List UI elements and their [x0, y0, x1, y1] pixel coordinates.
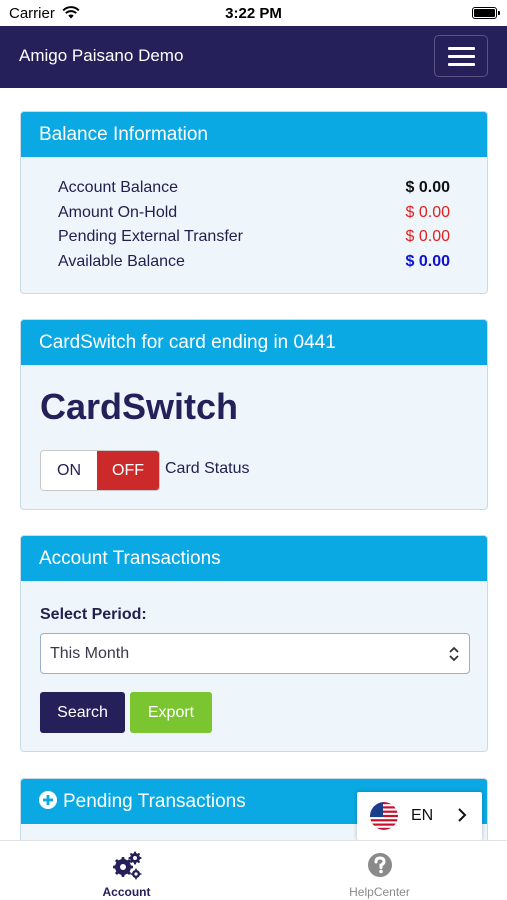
- hamburger-icon: [448, 47, 475, 50]
- export-button[interactable]: Export: [130, 692, 212, 733]
- balance-label: Available Balance: [58, 253, 185, 270]
- toggle-off-button[interactable]: OFF: [97, 451, 159, 490]
- app-title: Amigo Paisano Demo: [19, 46, 184, 65]
- tab-helpcenter-label: HelpCenter: [349, 885, 410, 899]
- cardswitch-card: CardSwitch for card ending in 0441 CardS…: [20, 319, 488, 510]
- transactions-card: Account Transactions Select Period: This…: [20, 535, 488, 752]
- language-code: EN: [411, 807, 434, 824]
- card-status-toggle: ON OFF: [40, 450, 160, 491]
- period-select-value: This Month: [50, 645, 130, 662]
- balance-row: Amount On-Hold $ 0.00: [58, 204, 450, 224]
- tab-helpcenter[interactable]: HelpCenter: [253, 841, 506, 900]
- tab-account-label: Account: [102, 885, 151, 899]
- balance-row: Pending External Transfer $ 0.00: [58, 228, 450, 248]
- hamburger-menu-button[interactable]: [434, 35, 488, 77]
- balance-value: $ 0.00: [405, 179, 450, 196]
- balance-row: Account Balance $ 0.00: [58, 179, 450, 199]
- tab-account[interactable]: Account: [0, 841, 253, 900]
- cardswitch-title: CardSwitch: [40, 386, 239, 427]
- select-period-label: Select Period:: [40, 606, 147, 623]
- hamburger-icon-bar: [448, 63, 475, 66]
- question-circle-icon: [367, 853, 392, 877]
- search-button[interactable]: Search: [40, 692, 125, 733]
- transactions-card-header: Account Transactions: [21, 536, 487, 581]
- cardswitch-card-header: CardSwitch for card ending in 0441: [21, 320, 487, 365]
- gears-icon: [112, 851, 141, 880]
- balance-card-header: Balance Information: [21, 112, 487, 157]
- chevron-up-down-icon: [449, 646, 459, 662]
- balance-value: $ 0.00: [405, 253, 450, 270]
- chevron-right-icon: [458, 808, 467, 822]
- hamburger-icon-bar: [448, 55, 475, 58]
- balance-label: Account Balance: [58, 179, 179, 196]
- clock: 3:22 PM: [225, 5, 282, 22]
- plus-circle-icon: [39, 791, 57, 809]
- balance-value: $ 0.00: [405, 204, 450, 221]
- bottom-tab-bar: Account HelpCenter: [0, 840, 507, 900]
- pending-transactions-label: Pending Transactions: [63, 791, 246, 812]
- status-bar: Carrier 3:22 PM: [0, 0, 507, 26]
- card-status-label: Card Status: [165, 460, 250, 477]
- app-navbar: Amigo Paisano Demo: [0, 26, 507, 88]
- toggle-on-button[interactable]: ON: [41, 451, 97, 490]
- balance-label: Pending External Transfer: [58, 228, 243, 245]
- language-selector[interactable]: EN: [357, 792, 482, 840]
- us-flag-icon: [370, 802, 398, 830]
- balance-row: Available Balance $ 0.00: [58, 253, 450, 273]
- battery-icon: [472, 7, 500, 19]
- balance-label: Amount On-Hold: [58, 204, 178, 221]
- balance-card: Balance Information Account Balance $ 0.…: [20, 111, 488, 294]
- main-content: Balance Information Account Balance $ 0.…: [0, 88, 507, 840]
- balance-value: $ 0.00: [405, 228, 450, 245]
- period-select[interactable]: This Month: [40, 633, 470, 674]
